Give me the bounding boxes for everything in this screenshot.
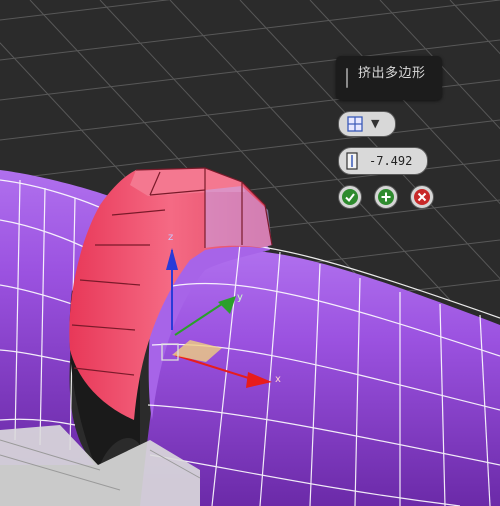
apply-and-continue-button[interactable] <box>374 185 398 209</box>
height-icon <box>346 152 358 170</box>
extrude-height-spinner[interactable] <box>338 147 428 175</box>
x-icon <box>414 189 430 205</box>
caddy-title: 挤出多边形 <box>358 66 426 81</box>
3d-viewport[interactable]: z y x 挤出多边形 ▼ <box>0 0 500 506</box>
grid-mode-icon <box>347 116 363 132</box>
drag-handle-icon[interactable] <box>346 68 348 88</box>
cancel-button[interactable] <box>410 185 434 209</box>
gizmo-x-label: x <box>275 374 281 385</box>
gizmo-y-label: y <box>237 292 243 303</box>
extrude-height-input[interactable] <box>369 151 421 171</box>
checkmark-icon <box>342 189 358 205</box>
extrude-type-dropdown[interactable]: ▼ <box>338 111 396 137</box>
caddy-title-bar[interactable]: 挤出多边形 <box>336 56 442 100</box>
ok-button[interactable] <box>338 185 362 209</box>
gizmo-z-label: z <box>168 232 173 243</box>
chevron-down-icon: ▼ <box>371 117 380 130</box>
plus-icon <box>378 189 394 205</box>
